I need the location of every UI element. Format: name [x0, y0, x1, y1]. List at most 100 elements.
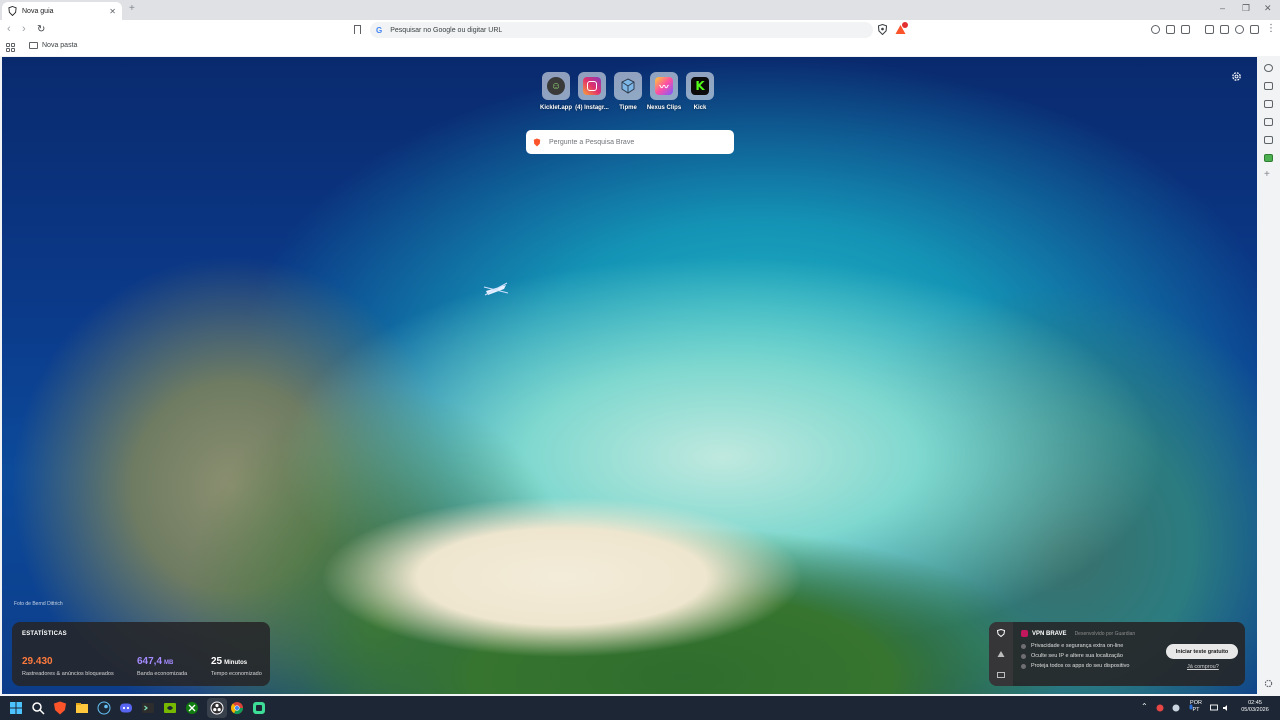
app-icon[interactable]	[251, 700, 267, 716]
clock-time: 02:45	[1248, 700, 1262, 706]
discord-icon[interactable]	[118, 700, 134, 716]
vpn-header: VPN BRAVE Desenvolvido por Guardian	[1021, 630, 1135, 637]
network-icon[interactable]	[1210, 704, 1218, 712]
sidebar-toggle-icon[interactable]	[1205, 25, 1214, 34]
cards-icon[interactable]	[997, 671, 1005, 679]
close-window-button[interactable]: ✕	[1264, 3, 1272, 14]
stat-trackers: 29.430 Rastreadores & anúncios bloqueado…	[22, 651, 114, 677]
leo-icon[interactable]	[1264, 64, 1273, 72]
shortcut-label: Nexus Clips	[646, 105, 682, 111]
vpn-feature: Proteja todos os apps do seu dispositivo	[1021, 663, 1129, 669]
tab-close-icon[interactable]: ✕	[109, 7, 116, 16]
brave-shield-favicon-icon	[8, 6, 17, 16]
time-unit: Minutos	[224, 660, 248, 666]
already-purchased-link[interactable]: Já comprou?	[1187, 664, 1219, 670]
start-trial-button[interactable]: Iniciar teste gratuito	[1166, 644, 1238, 659]
nvidia-icon[interactable]	[162, 700, 178, 716]
shortcut-label: (4) Instagr...	[575, 105, 609, 111]
volume-icon[interactable]	[1222, 704, 1230, 712]
vpn-shield-icon[interactable]	[997, 629, 1005, 637]
brave-shields-icon[interactable]	[878, 24, 887, 35]
file-explorer-icon[interactable]	[74, 700, 90, 716]
google-icon: G	[376, 25, 383, 35]
tab-title: Nova guia	[22, 7, 54, 15]
stat-time: 25 Minutos Tempo economizado	[211, 651, 262, 677]
windows-start-icon[interactable]	[8, 700, 24, 716]
trackers-caption: Rastreadores & anúncios bloqueados	[22, 671, 114, 677]
check-icon	[1021, 643, 1026, 649]
terminal-icon[interactable]	[140, 700, 156, 716]
tray-steam-icon[interactable]	[1172, 704, 1180, 712]
wallet-icon[interactable]	[1220, 25, 1229, 34]
new-tab-button[interactable]: +	[129, 3, 135, 14]
brave-lion-icon	[533, 138, 541, 146]
bandwidth-unit: MB	[164, 660, 174, 666]
photo-credit[interactable]: Foto de Bernd Dittrich	[14, 601, 63, 607]
clock[interactable]: 02:45 05/03/2026	[1236, 700, 1274, 714]
shortcut-tipme[interactable]: Tipme	[614, 72, 642, 111]
keyboard-language[interactable]: POR PT	[1188, 700, 1204, 714]
kick-icon: K	[691, 77, 709, 95]
search-placeholder: Pergunte a Pesquisa Brave	[549, 138, 635, 146]
bookmarks-panel-icon[interactable]	[1264, 118, 1273, 126]
vpn-logo-icon	[1021, 630, 1028, 637]
tray-app-icon[interactable]	[1156, 704, 1164, 712]
toolbar: ‹ › ↻ G Pesquisar no Google ou digitar U…	[0, 20, 1280, 40]
shortcut-label: Kicklet.app	[540, 105, 573, 111]
rewards-badge	[902, 22, 908, 28]
bandwidth-caption: Banda economizada	[137, 671, 188, 677]
xbox-icon[interactable]	[184, 700, 200, 716]
taskbar: ⌃ POR PT 02:45 05/03/2026	[0, 696, 1280, 720]
extension-icon[interactable]	[1151, 25, 1160, 34]
bookmark-folder[interactable]: Nova pasta	[29, 42, 77, 49]
shortcut-instagram[interactable]: (4) Instagr...	[575, 72, 609, 111]
widget-sidebar	[989, 622, 1013, 686]
chrome-icon[interactable]	[229, 700, 245, 716]
tab-new-tab[interactable]: Nova guia ✕	[2, 2, 122, 20]
tray-overflow-icon[interactable]: ⌃	[1141, 703, 1148, 711]
vpn-icon[interactable]	[1250, 25, 1259, 34]
tab-strip: Nova guia ✕ + – ❐ ✕	[0, 0, 1280, 20]
brave-taskbar-icon[interactable]	[52, 700, 68, 716]
obs-icon[interactable]	[209, 700, 225, 716]
instagram-icon	[583, 77, 601, 95]
stats-widget: ESTATÍSTICAS 29.430 Rastreadores & anúnc…	[12, 622, 270, 686]
maximize-button[interactable]: ❐	[1242, 3, 1250, 14]
shortcut-kick[interactable]: K Kick	[686, 72, 714, 111]
vpn-feature: Privacidade e segurança extra on-line	[1021, 643, 1123, 649]
shortcut-nexus-clips[interactable]: 〰 Nexus Clips	[646, 72, 682, 111]
wallet-panel-icon[interactable]	[1264, 100, 1273, 108]
vpn-provider: Desenvolvido por Guardian	[1074, 630, 1136, 637]
brave-search-box[interactable]: Pergunte a Pesquisa Brave	[526, 130, 734, 154]
search-icon[interactable]	[30, 700, 46, 716]
puzzle-extensions-icon[interactable]	[1166, 25, 1175, 34]
leo-ai-icon[interactable]	[1235, 25, 1244, 34]
bookmark-icon[interactable]	[354, 25, 361, 34]
history-panel-icon[interactable]	[1264, 136, 1273, 144]
media-icon[interactable]	[1181, 25, 1190, 34]
check-icon	[1021, 653, 1026, 659]
tipme-icon	[619, 77, 637, 95]
panel-settings-icon[interactable]	[1264, 679, 1273, 688]
extension-panel-icon[interactable]	[1264, 154, 1273, 162]
minimize-button[interactable]: –	[1220, 3, 1225, 13]
customize-gear-icon[interactable]	[1231, 71, 1242, 82]
clock-date: 05/03/2026	[1241, 707, 1269, 713]
time-value: 25	[211, 656, 223, 667]
reading-list-icon[interactable]	[1264, 82, 1273, 90]
forward-icon[interactable]: ›	[22, 23, 26, 35]
steam-icon[interactable]	[96, 700, 112, 716]
menu-icon[interactable]: ⋮	[1266, 23, 1276, 34]
stat-bandwidth: 647,4 MB Banda economizada	[137, 651, 187, 677]
bookmark-folder-label: Nova pasta	[42, 42, 78, 49]
address-bar[interactable]: G Pesquisar no Google ou digitar URL	[370, 22, 873, 38]
news-icon[interactable]	[997, 650, 1005, 658]
add-panel-icon[interactable]: +	[1264, 169, 1270, 180]
back-icon[interactable]: ‹	[7, 23, 11, 35]
reload-icon[interactable]: ↻	[37, 24, 45, 35]
new-tab-page: ☺ Kicklet.app (4) Instagr... Tipme 〰 Nex…	[2, 57, 1257, 694]
apps-grid-icon[interactable]	[6, 43, 15, 52]
time-caption: Tempo economizado	[211, 671, 262, 677]
shortcut-kicklet[interactable]: ☺ Kicklet.app	[540, 72, 573, 111]
side-panel: +	[1257, 57, 1280, 694]
